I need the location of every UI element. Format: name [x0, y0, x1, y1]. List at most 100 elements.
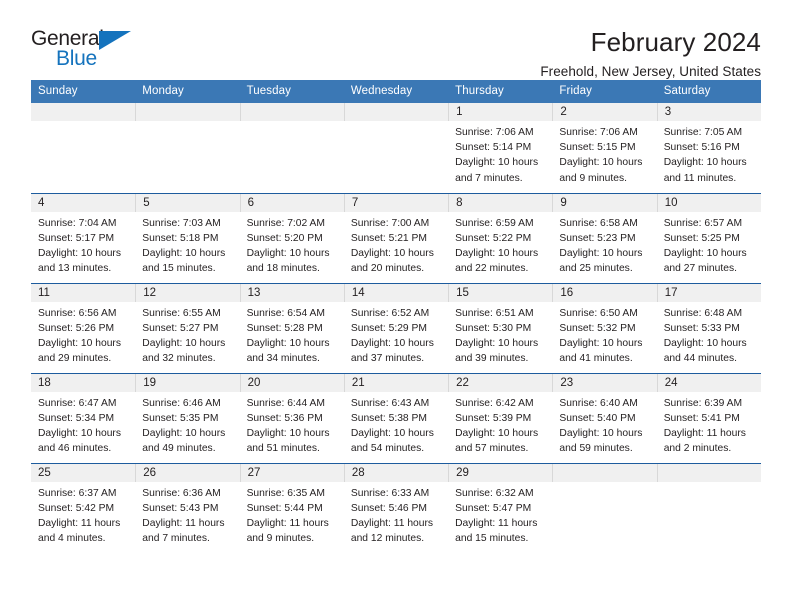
sunset-time: Sunset: 5:46 PM: [350, 502, 427, 514]
sunset-time: Sunset: 5:32 PM: [559, 322, 636, 334]
calendar-day-cell[interactable]: 6 Sunrise: 7:02 AM Sunset: 5:20 PM Daylight…: [239, 192, 344, 283]
calendar-day-cell[interactable]: 21 Sunrise: 6:43 AM Sunset: 5:38 PM Dayligh…: [343, 372, 449, 463]
calendar-day-cell[interactable]: 18 Sunrise: 6:47 AM Sunset: 5:34 PM Dayligh…: [31, 372, 136, 463]
day-number: 11: [31, 283, 136, 302]
calendar-day-cell[interactable]: 5 Sunrise: 7:03 AM Sunset: 5:18 PM Daylight…: [135, 192, 240, 283]
calendar-day-cell[interactable]: 29 Sunrise: 6:32 AM Sunset: 5:47 PM Dayligh…: [448, 462, 553, 553]
calendar-day-cell[interactable]: 3 Sunrise: 7:05 AM Sunset: 5:16 PM Daylight…: [656, 103, 761, 193]
daylight-duration-line1: Daylight: 10 hours: [455, 157, 539, 169]
calendar-day-cell[interactable]: 7 Sunrise: 7:00 AM Sunset: 5:21 PM Daylight…: [343, 192, 449, 283]
sunset-time: Sunset: 5:28 PM: [246, 322, 323, 334]
daylight-duration-line2: and 15 minutes.: [142, 263, 216, 275]
daylight-duration-line2: and 4 minutes.: [38, 533, 106, 545]
calendar-day-cell[interactable]: 13 Sunrise: 6:54 AM Sunset: 5:28 PM Dayligh…: [239, 282, 344, 373]
day-number: 13: [239, 283, 344, 302]
calendar-body: 1 Sunrise: 7:06 AM Sunset: 5:14 PM Daylight…: [31, 103, 761, 553]
day-number: 1: [448, 103, 553, 121]
calendar-day-cell[interactable]: 27 Sunrise: 6:35 AM Sunset: 5:44 PM Dayligh…: [239, 462, 344, 553]
daylight-duration-line2: and 2 minutes.: [663, 443, 732, 455]
daylight-duration-line2: and 22 minutes.: [455, 263, 529, 275]
daylight-duration-line2: and 32 minutes.: [142, 353, 216, 365]
day-number: 21: [343, 373, 449, 392]
triangle-icon: [99, 31, 131, 50]
daylight-duration-line2: and 27 minutes.: [663, 263, 737, 275]
calendar-day-cell[interactable]: 26 Sunrise: 6:36 AM Sunset: 5:43 PM Dayligh…: [135, 462, 240, 553]
sunrise-time: Sunrise: 7:00 AM: [350, 217, 430, 229]
day-number: 28: [343, 463, 449, 482]
day-number: 15: [448, 283, 553, 302]
day-number: [135, 103, 240, 121]
calendar-day-cell[interactable]: 15 Sunrise: 6:51 AM Sunset: 5:30 PM Dayligh…: [448, 282, 553, 373]
title-block: February 2024 Freehold, New Jersey, Unit…: [540, 27, 761, 79]
sunset-time: Sunset: 5:35 PM: [142, 412, 219, 424]
calendar-day-cell[interactable]: 17 Sunrise: 6:48 AM Sunset: 5:33 PM Dayligh…: [656, 282, 761, 373]
day-sun-info: Sunrise: 7:04 AM Sunset: 5:17 PM Daylight:…: [31, 212, 135, 277]
calendar-day-cell[interactable]: 24 Sunrise: 6:39 AM Sunset: 5:41 PM Dayligh…: [656, 372, 761, 463]
weekday-header-sunday: Sunday: [31, 80, 136, 103]
calendar-day-cell[interactable]: 4 Sunrise: 7:04 AM Sunset: 5:17 PM Daylight…: [31, 192, 136, 283]
daylight-duration-line1: Daylight: 10 hours: [246, 427, 330, 439]
day-sun-info: Sunrise: 6:47 AM Sunset: 5:34 PM Daylight:…: [31, 392, 135, 457]
calendar-day-cell[interactable]: 8 Sunrise: 6:59 AM Sunset: 5:22 PM Daylight…: [448, 192, 553, 283]
day-sun-info: Sunrise: 6:32 AM Sunset: 5:47 PM Daylight:…: [448, 482, 552, 547]
calendar-day-cell[interactable]: 16 Sunrise: 6:50 AM Sunset: 5:32 PM Dayligh…: [552, 282, 657, 373]
sunrise-time: Sunrise: 7:04 AM: [38, 217, 117, 229]
calendar-day-cell[interactable]: 19 Sunrise: 6:46 AM Sunset: 5:35 PM Dayligh…: [135, 372, 240, 463]
calendar-page: General Blue February 2024 Freehold, New…: [0, 0, 792, 612]
calendar-week-row: 11 Sunrise: 6:56 AM Sunset: 5:26 PM Dayligh…: [31, 282, 761, 373]
calendar-day-cell[interactable]: 1 Sunrise: 7:06 AM Sunset: 5:14 PM Daylight…: [448, 103, 553, 193]
weekday-header-thursday: Thursday: [448, 80, 553, 103]
calendar-week-row: 1 Sunrise: 7:06 AM Sunset: 5:14 PM Daylight…: [31, 103, 761, 193]
sunset-time: Sunset: 5:25 PM: [663, 232, 740, 244]
general-blue-logo[interactable]: General Blue: [31, 28, 135, 70]
sunrise-time: Sunrise: 6:50 AM: [559, 307, 638, 319]
daylight-duration-line1: Daylight: 10 hours: [350, 337, 434, 349]
calendar-day-cell-empty: [239, 103, 344, 193]
day-number: 19: [135, 373, 240, 392]
day-number: 9: [552, 193, 657, 212]
daylight-duration-line2: and 44 minutes.: [663, 353, 737, 365]
calendar-day-cell[interactable]: 2 Sunrise: 7:06 AM Sunset: 5:15 PM Daylight…: [552, 103, 657, 193]
calendar-day-cell[interactable]: 22 Sunrise: 6:42 AM Sunset: 5:39 PM Dayligh…: [448, 372, 553, 463]
day-sun-info: Sunrise: 7:06 AM Sunset: 5:15 PM Daylight:…: [552, 121, 656, 186]
sunrise-time: Sunrise: 6:33 AM: [350, 487, 430, 499]
day-sun-info: Sunrise: 7:00 AM Sunset: 5:21 PM Daylight:…: [344, 212, 448, 277]
calendar-day-cell[interactable]: 12 Sunrise: 6:55 AM Sunset: 5:27 PM Dayligh…: [135, 282, 240, 373]
calendar-day-cell[interactable]: 9 Sunrise: 6:58 AM Sunset: 5:23 PM Daylight…: [552, 192, 657, 283]
calendar-day-cell[interactable]: 28 Sunrise: 6:33 AM Sunset: 5:46 PM Dayligh…: [343, 462, 449, 553]
calendar-day-cell[interactable]: 23 Sunrise: 6:40 AM Sunset: 5:40 PM Dayligh…: [552, 372, 657, 463]
day-number: [31, 103, 136, 121]
day-sun-info: Sunrise: 6:52 AM Sunset: 5:29 PM Daylight:…: [344, 302, 448, 367]
calendar-day-cell[interactable]: 20 Sunrise: 6:44 AM Sunset: 5:36 PM Dayligh…: [239, 372, 344, 463]
daylight-duration-line2: and 13 minutes.: [38, 263, 112, 275]
day-sun-info: Sunrise: 6:56 AM Sunset: 5:26 PM Daylight:…: [31, 302, 135, 367]
logo-text-blue: Blue: [56, 47, 97, 70]
sunset-time: Sunset: 5:39 PM: [455, 412, 532, 424]
day-sun-info: Sunrise: 6:57 AM Sunset: 5:25 PM Daylight:…: [657, 212, 761, 277]
calendar-day-cell[interactable]: 25 Sunrise: 6:37 AM Sunset: 5:42 PM Dayligh…: [31, 462, 136, 553]
calendar-day-cell[interactable]: 11 Sunrise: 6:56 AM Sunset: 5:26 PM Dayligh…: [31, 282, 136, 373]
day-number: 14: [343, 283, 449, 302]
calendar-day-cell[interactable]: 14 Sunrise: 6:52 AM Sunset: 5:29 PM Dayligh…: [343, 282, 449, 373]
daylight-duration-line2: and 25 minutes.: [559, 263, 633, 275]
day-sun-info: Sunrise: 7:06 AM Sunset: 5:14 PM Daylight:…: [448, 121, 552, 186]
calendar-day-cell[interactable]: 10 Sunrise: 6:57 AM Sunset: 5:25 PM Dayligh…: [656, 192, 761, 283]
daylight-duration-line1: Daylight: 10 hours: [455, 247, 539, 259]
calendar-day-cell-empty: [552, 462, 657, 553]
day-sun-info: Sunrise: 6:35 AM Sunset: 5:44 PM Daylight:…: [240, 482, 344, 547]
daylight-duration-line2: and 12 minutes.: [350, 533, 425, 545]
sunset-time: Sunset: 5:40 PM: [559, 412, 636, 424]
day-sun-info: Sunrise: 6:55 AM Sunset: 5:27 PM Daylight:…: [135, 302, 239, 367]
sunrise-time: Sunrise: 6:40 AM: [559, 397, 638, 409]
sunrise-time: Sunrise: 7:02 AM: [246, 217, 325, 229]
sunrise-time: Sunrise: 6:47 AM: [38, 397, 117, 409]
day-sun-info: Sunrise: 7:05 AM Sunset: 5:16 PM Daylight:…: [657, 121, 761, 186]
calendar-day-cell-empty: [343, 103, 449, 193]
daylight-duration-line2: and 9 minutes.: [246, 533, 315, 545]
daylight-duration-line1: Daylight: 11 hours: [455, 517, 538, 529]
daylight-duration-line2: and 29 minutes.: [38, 353, 112, 365]
daylight-duration-line1: Daylight: 10 hours: [559, 427, 643, 439]
sunrise-time: Sunrise: 6:55 AM: [142, 307, 221, 319]
day-sun-info: Sunrise: 6:54 AM Sunset: 5:28 PM Daylight:…: [240, 302, 344, 367]
calendar-day-cell-empty: [656, 462, 761, 553]
